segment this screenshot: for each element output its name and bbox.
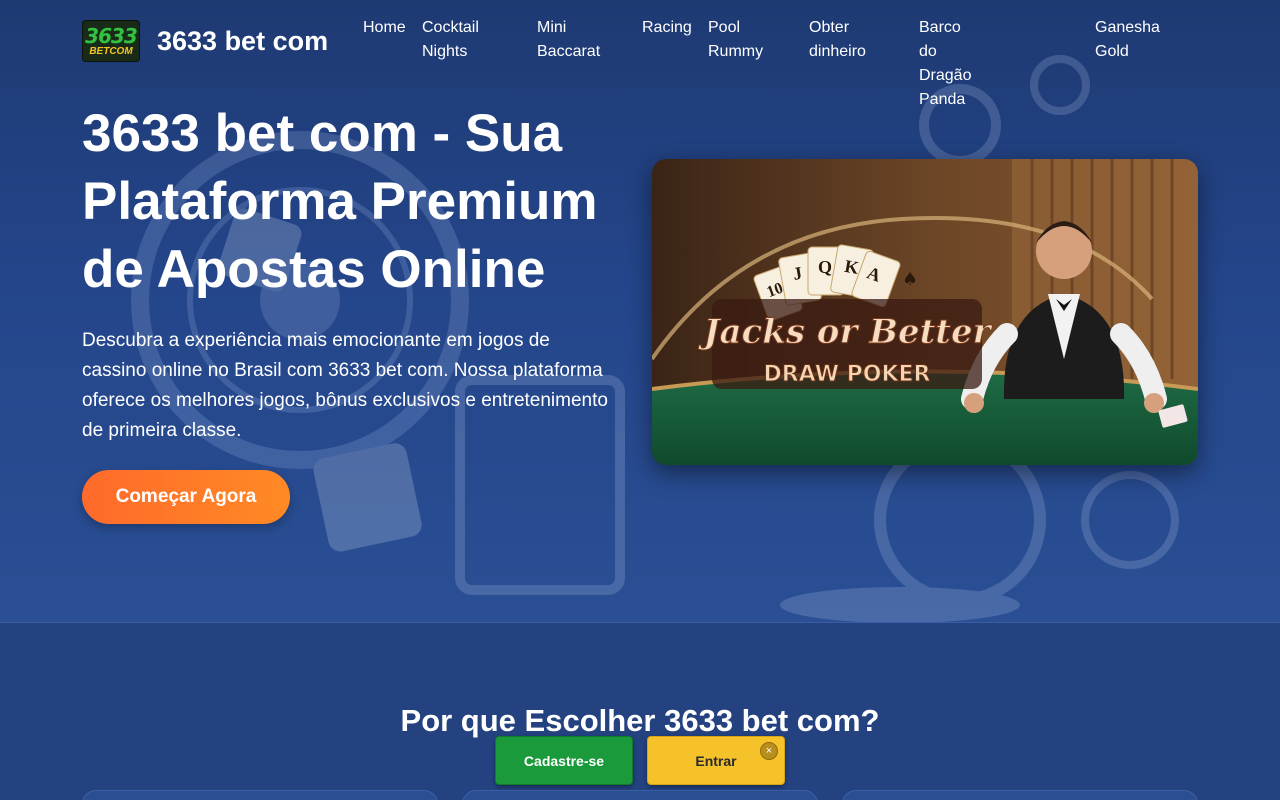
nav-label: Mini [537,19,567,36]
start-now-button[interactable]: Começar Agora [82,470,290,524]
nav-item-home[interactable]: Home [363,16,406,40]
nav-label: Baccarat [537,43,601,60]
nav-label: dinheiro [809,43,866,60]
section-title: Por que Escolher 3633 bet com? [400,703,880,738]
nav-label: Home [363,19,406,36]
jacks-or-better-banner: 10 J Q K A ♠ Jacks or Better DRAW POKER [652,159,1198,465]
hero-title: 3633 bet com - Sua Plataforma Premium de… [82,104,598,299]
nav-item-barco-do-dragao-panda[interactable]: Barco do Dragão Panda [919,16,971,112]
nav-item-ganesha-gold[interactable]: Ganesha Gold [1095,16,1160,64]
hero-description: Descubra a experiência mais emocionante … [82,330,608,441]
svg-text:Q: Q [818,257,832,277]
nav-label: Nights [422,43,468,60]
feature-card [82,790,438,800]
site-title[interactable]: 3633 bet com [157,26,328,57]
close-icon[interactable]: × [760,742,778,760]
nav-item-obter-dinheiro[interactable]: Obter dinheiro [809,16,866,64]
nav-label: Pool [708,19,741,36]
game-subtitle: DRAW POKER [763,362,930,387]
hero-game-image[interactable]: 10 J Q K A ♠ Jacks or Better DRAW POKER [652,159,1198,465]
feature-card [462,790,818,800]
nav-label: Racing [642,19,692,36]
logo-subtext: BETCOM [89,45,133,57]
game-title: Jacks or Better [697,312,992,352]
brand[interactable]: 3633 BETCOM 3633 bet com [82,20,328,62]
nav-item-racing[interactable]: Racing [642,16,692,40]
nav-label: Rummy [708,43,764,60]
nav-label: Ganesha [1095,19,1160,36]
section-divider [0,622,1280,623]
nav-item-cocktail-nights[interactable]: Cocktail Nights [422,16,479,64]
site-logo[interactable]: 3633 BETCOM [82,20,140,62]
feature-card [842,790,1198,800]
nav-label: Gold [1095,43,1129,60]
register-button[interactable]: Cadastre-se [495,736,633,785]
nav-item-mini-baccarat[interactable]: Mini Baccarat [537,16,600,64]
site-header: 3633 BETCOM 3633 bet com Home Cocktail N… [0,0,1280,108]
nav-label: Panda [919,91,966,108]
nav-label: Obter [809,19,850,36]
svg-text:♠: ♠ [902,269,918,290]
logo-number: 3633 [85,23,138,48]
nav-item-pool-rummy[interactable]: Pool Rummy [708,16,763,64]
nav-label: Barco do Dragão [919,19,972,84]
nav-label: Cocktail [422,19,479,36]
